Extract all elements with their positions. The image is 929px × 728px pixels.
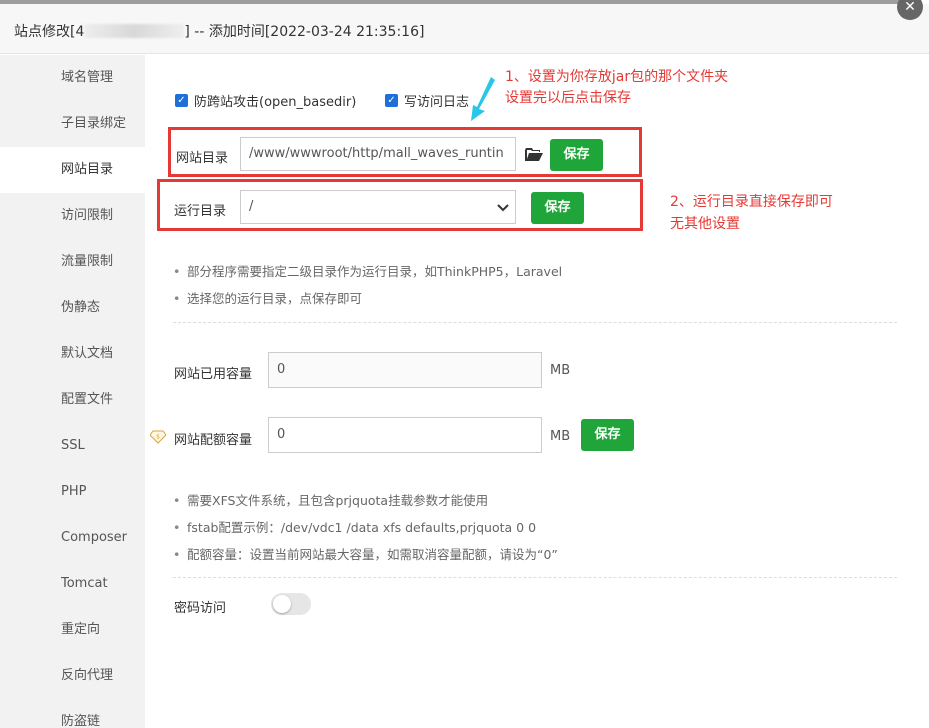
sidebar: 域名管理 子目录绑定 网站目录 访问限制 流量限制 伪静态 默认文档 配置文件 … bbox=[0, 55, 145, 728]
sidebar-item-domain[interactable]: 域名管理 bbox=[0, 55, 145, 101]
checkbox-checked-icon: ✓ bbox=[175, 94, 188, 107]
open-basedir-checkbox[interactable]: ✓ 防跨站攻击(open_basedir) bbox=[175, 91, 356, 110]
open-basedir-label: 防跨站攻击(open_basedir) bbox=[194, 95, 357, 110]
used-capacity-input: 0 bbox=[268, 352, 542, 388]
site-dir-input[interactable]: /www/wwwroot/http/mall_waves_runtin bbox=[240, 137, 516, 171]
annotation-note-1-line-1: 1、设置为你存放jar包的那个文件夹 bbox=[505, 69, 729, 85]
used-capacity-label: 网站已用容量 bbox=[174, 367, 253, 382]
sidebar-item-config-file[interactable]: 配置文件 bbox=[0, 377, 145, 423]
sidebar-item-composer[interactable]: Composer bbox=[0, 515, 145, 561]
sidebar-item-default-doc[interactable]: 默认文档 bbox=[0, 331, 145, 377]
quota-tip: 需要XFS文件系统，且包含prjquota挂载参数才能使用 bbox=[173, 490, 488, 509]
svg-text:$: $ bbox=[156, 434, 160, 441]
password-access-toggle[interactable] bbox=[271, 593, 311, 615]
dialog-title-suffix: ] -- 添加时间[2022-03-24 21:35:16] bbox=[184, 24, 425, 40]
checkbox-checked-icon: ✓ bbox=[385, 94, 398, 107]
sidebar-item-access-limit[interactable]: 访问限制 bbox=[0, 193, 145, 239]
run-dir-save-button[interactable]: 保存 bbox=[531, 192, 584, 224]
site-dir-save-button[interactable]: 保存 bbox=[550, 139, 603, 171]
run-dir-label: 运行目录 bbox=[174, 204, 227, 219]
dialog-title-prefix: 站点修改[4 bbox=[14, 24, 85, 40]
access-log-label: 写访问日志 bbox=[404, 95, 470, 110]
quota-capacity-input[interactable]: 0 bbox=[268, 417, 542, 453]
quota-save-button[interactable]: 保存 bbox=[581, 419, 634, 451]
sidebar-item-traffic-limit[interactable]: 流量限制 bbox=[0, 239, 145, 285]
annotation-note-2-line-1: 2、运行目录直接保存即可 bbox=[670, 194, 833, 210]
sidebar-item-php[interactable]: PHP bbox=[0, 469, 145, 515]
folder-open-icon[interactable] bbox=[525, 148, 543, 162]
run-dir-selected-value: / bbox=[249, 199, 254, 214]
toggle-knob bbox=[273, 595, 291, 613]
divider bbox=[173, 322, 897, 323]
dialog-titlebar: 站点修改[4 ] -- 添加时间[2022-03-24 21:35:16] bbox=[0, 4, 929, 54]
sidebar-item-reverse-proxy[interactable]: 反向代理 bbox=[0, 653, 145, 699]
used-capacity-unit: MB bbox=[550, 363, 571, 378]
sidebar-item-redirect[interactable]: 重定向 bbox=[0, 607, 145, 653]
sidebar-item-rewrite[interactable]: 伪静态 bbox=[0, 285, 145, 331]
quota-capacity-label: 网站配额容量 bbox=[174, 433, 253, 448]
divider bbox=[173, 577, 897, 578]
site-dir-label: 网站目录 bbox=[176, 151, 229, 166]
sidebar-item-site-dir[interactable]: 网站目录 bbox=[0, 147, 145, 193]
arrow-pointer-icon bbox=[471, 77, 495, 121]
vip-gem-icon: $ bbox=[150, 430, 166, 444]
main-content: ✓ 防跨站攻击(open_basedir) ✓ 写访问日志 网站目录 /www/… bbox=[145, 55, 929, 728]
sidebar-item-tomcat[interactable]: Tomcat bbox=[0, 561, 145, 607]
run-dir-select[interactable]: / bbox=[240, 190, 516, 224]
redacted-site-id bbox=[84, 24, 185, 38]
sidebar-item-ssl[interactable]: SSL bbox=[0, 423, 145, 469]
site-edit-dialog: 站点修改[4] -- 添加时间[2022-03-24 21:35:16] ✕ 域… bbox=[0, 0, 929, 728]
quota-tip: 配额容量：设置当前网站最大容量，如需取消容量配额，请设为“0” bbox=[173, 544, 558, 563]
chevron-down-icon bbox=[497, 204, 509, 212]
run-dir-tip: 部分程序需要指定二级目录作为运行目录，如ThinkPHP5，Laravel bbox=[173, 261, 562, 280]
quota-tip: fstab配置示例：/dev/vdc1 /data xfs defaults,p… bbox=[173, 517, 536, 536]
sidebar-item-subdir[interactable]: 子目录绑定 bbox=[0, 101, 145, 147]
annotation-note-2-line-2: 无其他设置 bbox=[670, 216, 740, 232]
access-log-checkbox[interactable]: ✓ 写访问日志 bbox=[385, 91, 469, 110]
quota-capacity-unit: MB bbox=[550, 429, 571, 444]
password-access-label: 密码访问 bbox=[174, 601, 227, 616]
run-dir-tip: 选择您的运行目录，点保存即可 bbox=[173, 288, 362, 307]
sidebar-item-hotlink[interactable]: 防盗链 bbox=[0, 699, 145, 728]
annotation-note-1-line-2: 设置完以后点击保存 bbox=[505, 90, 631, 106]
dialog-title: 站点修改[4 ] -- 添加时间[2022-03-24 21:35:16] bbox=[14, 21, 424, 41]
